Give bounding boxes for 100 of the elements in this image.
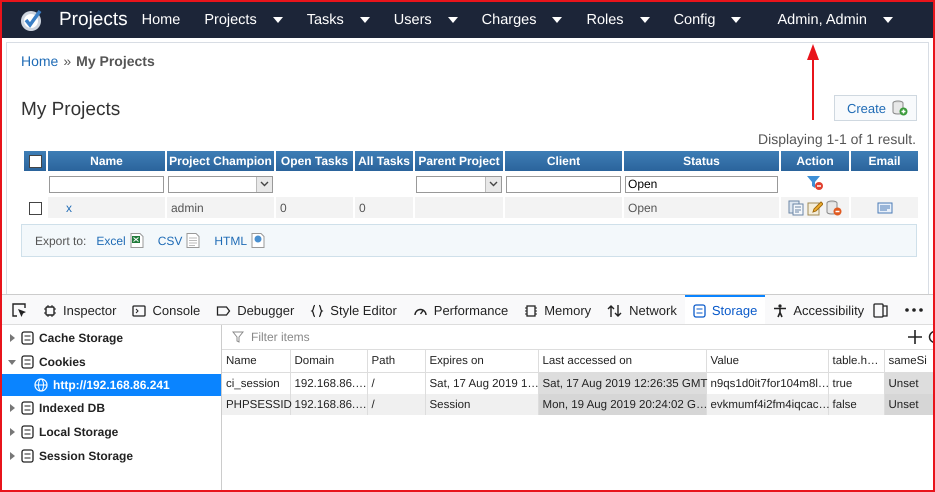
column-header[interactable]: Parent Project (415, 151, 503, 171)
clear-filter-icon[interactable] (806, 174, 824, 190)
devtools-tab[interactable]: Accessibility (765, 295, 872, 324)
nav-menu-item[interactable]: Tasks (306, 12, 370, 28)
filter-items-field[interactable]: Filter items (249, 329, 903, 345)
caret-icon (360, 17, 370, 23)
nav-menu-item[interactable]: Config (674, 12, 742, 28)
create-button[interactable]: Create (834, 95, 917, 121)
storage-tree-item[interactable]: Cache Storage (2, 326, 221, 350)
email-icon[interactable] (876, 202, 892, 214)
devtools-tab[interactable]: Network (599, 295, 685, 324)
storage-icon (21, 449, 34, 463)
storage-tree-item[interactable]: Session Storage (2, 444, 221, 468)
table-cell: Mon, 19 Aug 2019 20:24:02 G… (538, 394, 706, 415)
filter-field[interactable] (506, 176, 621, 192)
responsive-view-icon[interactable] (873, 302, 889, 318)
column-header[interactable]: Project Champion (167, 151, 274, 171)
delete-icon[interactable] (826, 200, 842, 216)
caret-icon (272, 17, 283, 23)
table-cell: admin (171, 200, 204, 214)
row-checkbox[interactable] (28, 202, 42, 215)
devtools-tab[interactable]: Memory (516, 295, 600, 324)
collapsed-arrow-icon[interactable] (8, 404, 16, 412)
column-header[interactable]: Name (48, 151, 165, 171)
element-picker-icon[interactable] (11, 302, 27, 318)
table-cell: false (828, 394, 884, 415)
devtools-tab[interactable]: Console (124, 295, 208, 324)
storage-icon (21, 355, 34, 369)
edit-icon[interactable] (807, 200, 823, 216)
column-header[interactable]: All Tasks (355, 151, 413, 171)
column-header[interactable]: Value (706, 350, 828, 372)
column-header[interactable]: Path (367, 350, 425, 372)
storage-icon (692, 304, 706, 318)
nav-menu-item[interactable]: Roles (586, 12, 650, 28)
devtools-tab[interactable]: Debugger (208, 295, 302, 324)
storage-tree-item[interactable]: Indexed DB (2, 396, 221, 420)
column-header[interactable]: Status (624, 151, 779, 171)
page-title: My Projects (21, 99, 120, 121)
brand-title[interactable]: Projects (59, 9, 128, 31)
table-cell: 192.168.86.… (290, 394, 367, 415)
person-icon (773, 304, 788, 318)
storage-tree-item[interactable]: Local Storage (2, 420, 221, 444)
select-all-checkbox[interactable] (28, 155, 42, 168)
table-cell: Sat, 17 Aug 2019 12:26:35 GMT (538, 372, 706, 394)
filter-field[interactable]: Open (625, 176, 778, 192)
nav-menu-item[interactable]: Projects (204, 12, 283, 28)
table-cell: evkmumf4i2fm4iqcac… (706, 394, 828, 415)
column-header[interactable]: Open Tasks (276, 151, 353, 171)
nav-menu-item[interactable]: Users (394, 12, 458, 28)
spreadsheet-icon (130, 233, 144, 248)
breadcrumb-link[interactable]: Home (21, 53, 58, 69)
column-header[interactable]: Domain (290, 350, 367, 372)
filter-field[interactable] (49, 176, 164, 192)
table-cell: Unset (884, 372, 933, 394)
breadcrumb-current: My Projects (76, 53, 155, 69)
collapsed-arrow-icon[interactable] (8, 334, 16, 342)
collapsed-arrow-icon[interactable] (8, 428, 16, 436)
chevron-down-icon (260, 181, 269, 187)
breadcrumb-separator: » (63, 53, 72, 69)
storage-tree-item[interactable]: http://192.168.86.241 (2, 374, 221, 396)
view-icon[interactable] (788, 200, 804, 216)
web-page-icon (251, 233, 266, 248)
table-cell: Unset (884, 394, 933, 415)
more-options-icon[interactable] (905, 308, 923, 312)
devtools-tab[interactable]: Performance (404, 295, 516, 324)
add-icon[interactable] (908, 330, 922, 344)
export-label: Export to: (35, 234, 86, 248)
table-cell: PHPSESSID (222, 394, 290, 415)
caret-icon (552, 17, 562, 23)
storage-icon (21, 331, 34, 345)
export-link[interactable]: HTML (214, 234, 248, 248)
chip-icon (43, 304, 57, 318)
table-cell: 0 (359, 200, 366, 214)
devtools-tab[interactable]: Storage (684, 295, 766, 324)
devtools-tab[interactable]: Style Editor (302, 295, 405, 324)
tag-shape-icon (216, 304, 232, 318)
table-cell: / (367, 394, 425, 415)
export-link[interactable]: Excel (96, 234, 126, 248)
caret-icon (731, 17, 742, 23)
column-header[interactable]: Email (851, 151, 918, 171)
filter-icon (232, 331, 244, 343)
nav-menu-item[interactable]: Charges (482, 12, 562, 28)
devtools-tab[interactable]: Inspector (35, 295, 124, 324)
expanded-arrow-icon[interactable] (8, 358, 16, 366)
project-link[interactable]: x (66, 200, 72, 214)
nav-menu-item[interactable]: Admin, Admin (777, 12, 893, 28)
column-header[interactable]: table.h… (828, 350, 884, 372)
export-link[interactable]: CSV (158, 234, 182, 248)
filter-dropdown[interactable] (168, 176, 273, 192)
column-header[interactable]: Action (781, 151, 849, 171)
caret-icon (640, 17, 650, 23)
filter-dropdown[interactable] (416, 176, 502, 192)
storage-tree-item[interactable]: Cookies (2, 350, 221, 374)
nav-menu-item[interactable]: Home (142, 12, 180, 28)
column-header[interactable]: Client (505, 151, 622, 171)
column-header[interactable]: Expires on (425, 350, 538, 372)
column-header[interactable]: Name (222, 350, 290, 372)
collapsed-arrow-icon[interactable] (8, 452, 16, 460)
caret-icon (882, 17, 893, 23)
table-cell: Session (425, 394, 538, 415)
